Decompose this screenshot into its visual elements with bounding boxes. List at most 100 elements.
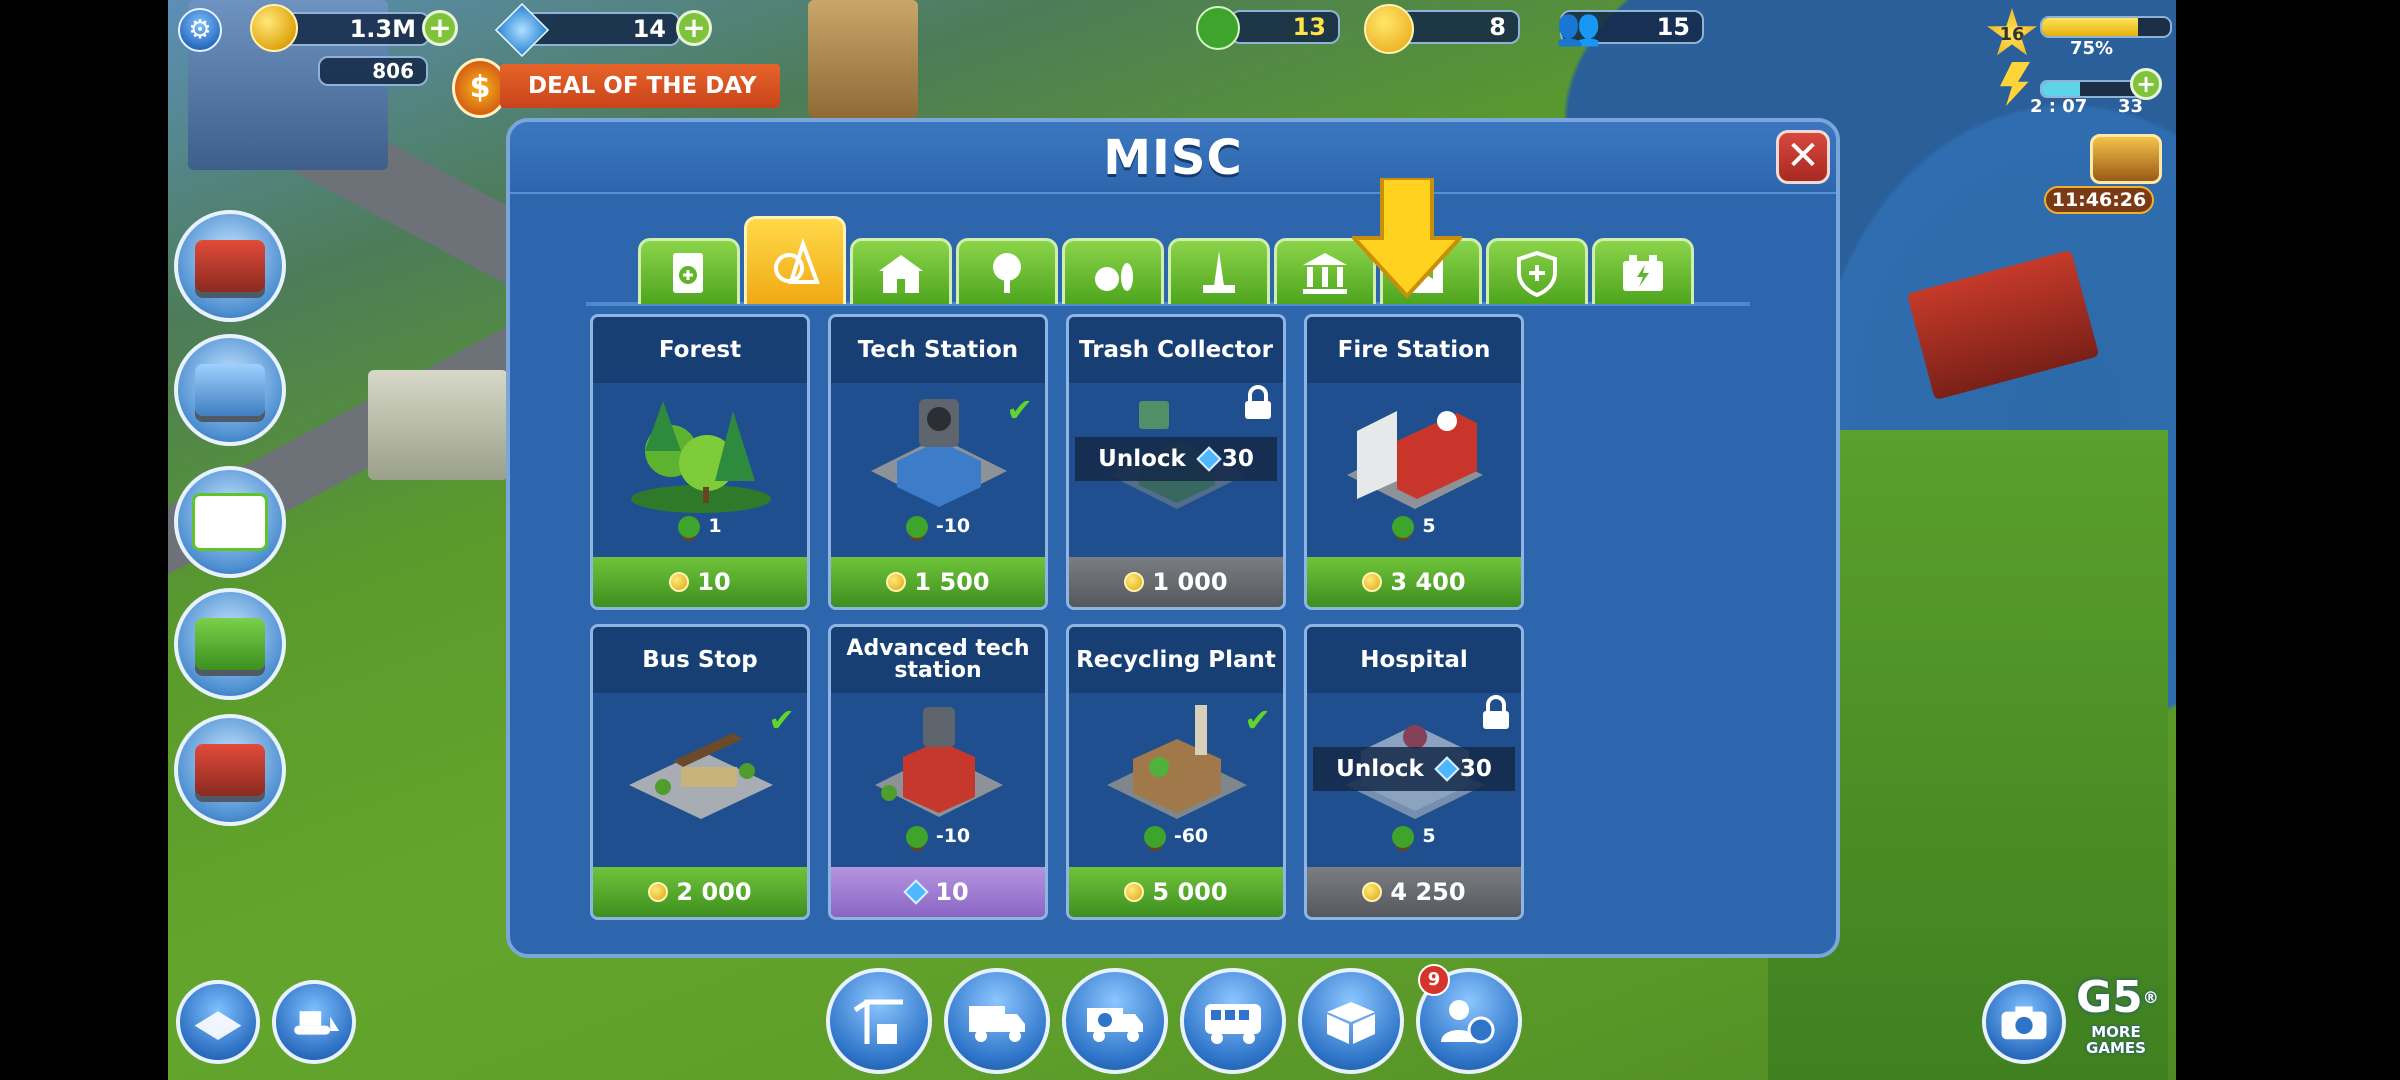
unlock-label: Unlock bbox=[1098, 446, 1186, 472]
gem-icon bbox=[1434, 756, 1460, 782]
road-icon bbox=[194, 1011, 242, 1040]
bridge bbox=[1906, 249, 2100, 401]
dialog-title: MISC bbox=[1103, 130, 1243, 186]
shop-card-tech-station[interactable]: Tech Station ✔ -10 1 500 bbox=[828, 314, 1048, 610]
storage-button[interactable] bbox=[1298, 968, 1404, 1074]
smiley-icon bbox=[1364, 4, 1414, 54]
eco-value: -10 bbox=[831, 515, 1045, 538]
xp-percent: 75% bbox=[2070, 38, 2114, 59]
tab-parks[interactable] bbox=[956, 238, 1058, 304]
tab-services[interactable] bbox=[1486, 238, 1588, 304]
side-building-button-4[interactable] bbox=[174, 714, 286, 826]
advanced-tech-station-image bbox=[875, 707, 1003, 817]
energy-display: 13 bbox=[1230, 10, 1340, 44]
price-button[interactable]: 5 000 bbox=[1069, 867, 1283, 917]
camera-icon bbox=[2001, 1006, 2047, 1040]
unlock-button[interactable]: Unlock 30 bbox=[1313, 747, 1515, 791]
close-icon: ✕ bbox=[1786, 133, 1820, 179]
friends-icon bbox=[1441, 1000, 1495, 1044]
house-icon bbox=[195, 618, 265, 670]
price-button[interactable]: 2 000 bbox=[593, 867, 807, 917]
coin-icon bbox=[886, 572, 907, 592]
notification-count: 9 bbox=[1427, 969, 1441, 990]
building-icon bbox=[195, 240, 265, 292]
camera-button[interactable] bbox=[1982, 980, 2066, 1064]
coins-value: 1.3M bbox=[349, 15, 416, 43]
tab-power[interactable] bbox=[1592, 238, 1694, 304]
bowling-icon bbox=[1095, 262, 1133, 291]
price-value: 3 400 bbox=[1390, 568, 1466, 596]
eco-number: -10 bbox=[935, 825, 971, 847]
price-button[interactable]: 3 400 bbox=[1307, 557, 1521, 607]
population-value: 15 bbox=[1656, 13, 1690, 41]
coin-icon bbox=[1124, 882, 1145, 902]
bus-icon bbox=[1205, 1004, 1261, 1044]
eco-points-display: 806 bbox=[318, 56, 428, 86]
settings-gear-icon[interactable]: ⚙ bbox=[178, 8, 222, 52]
more-games-button[interactable]: G5® MORE GAMES bbox=[2076, 972, 2159, 1072]
add-energy-button[interactable]: + bbox=[2130, 68, 2162, 100]
mail-button[interactable] bbox=[174, 466, 286, 578]
eco-points-value: 806 bbox=[372, 59, 414, 83]
coin-icon bbox=[1124, 572, 1145, 592]
forest-image bbox=[631, 401, 771, 513]
side-building-button-3[interactable] bbox=[174, 588, 286, 700]
museum-building bbox=[368, 370, 508, 480]
energy-count: 33 bbox=[2118, 96, 2144, 117]
treasure-chest-icon[interactable] bbox=[2090, 134, 2162, 184]
shop-card-forest[interactable]: Forest 1 10 bbox=[590, 314, 810, 610]
card-title: Bus Stop bbox=[593, 627, 807, 693]
price-value: 10 bbox=[697, 568, 731, 596]
shop-card-trash-collector[interactable]: Trash Collector Unlock 30 1 000 bbox=[1066, 314, 1286, 610]
g5-label: G5 bbox=[2076, 972, 2143, 1023]
delivery-button[interactable] bbox=[944, 968, 1050, 1074]
tab-landmarks[interactable] bbox=[1168, 238, 1270, 304]
tab-residential[interactable] bbox=[850, 238, 952, 304]
tab-leisure[interactable] bbox=[1062, 238, 1164, 304]
house-icon bbox=[879, 254, 923, 293]
tech-station-image bbox=[871, 399, 1007, 507]
shield-plus-icon bbox=[1517, 250, 1557, 297]
shop-card-hospital[interactable]: Hospital Unlock 30 5 4 250 bbox=[1304, 624, 1524, 920]
coin-icon bbox=[1362, 882, 1383, 902]
road-tool-button[interactable] bbox=[176, 980, 260, 1064]
eco-tree-icon bbox=[678, 515, 701, 538]
shop-card-fire-station[interactable]: Fire Station 5 3 400 bbox=[1304, 314, 1524, 610]
crane-icon bbox=[853, 999, 903, 1044]
shop-card-bus-stop[interactable]: Bus Stop ✔ 2 000 bbox=[590, 624, 810, 920]
tab-misc[interactable] bbox=[744, 216, 846, 304]
battery-icon bbox=[1623, 254, 1663, 291]
shop-card-recycling-plant[interactable]: Recycling Plant ✔ -60 5 000 bbox=[1066, 624, 1286, 920]
recycling-button[interactable] bbox=[1062, 968, 1168, 1074]
box-icon bbox=[1327, 1002, 1375, 1044]
card-title: Advanced tech station bbox=[831, 627, 1045, 693]
unlock-cost: 30 bbox=[1459, 756, 1492, 782]
eco-tree-icon bbox=[905, 825, 928, 848]
bus-button[interactable] bbox=[1180, 968, 1286, 1074]
construction-button[interactable] bbox=[826, 968, 932, 1074]
tab-new[interactable] bbox=[638, 238, 740, 304]
price-button[interactable]: 10 bbox=[831, 867, 1045, 917]
add-gems-button[interactable]: + bbox=[676, 10, 712, 46]
eco-number: 5 bbox=[1422, 825, 1436, 847]
add-coins-button[interactable]: + bbox=[422, 10, 458, 46]
happiness-value: 8 bbox=[1489, 13, 1506, 41]
tutorial-arrow-icon bbox=[1352, 178, 1462, 298]
card-title: Recycling Plant bbox=[1069, 627, 1283, 693]
bank-icon bbox=[1303, 252, 1347, 294]
unlock-button[interactable]: Unlock 30 bbox=[1075, 437, 1277, 481]
people-icon: 👥 bbox=[1556, 7, 1601, 48]
xp-bar-fill bbox=[2042, 18, 2138, 36]
price-button[interactable]: 10 bbox=[593, 557, 807, 607]
truck-icon bbox=[969, 1006, 1025, 1042]
coin-icon bbox=[648, 882, 669, 902]
side-building-button-1[interactable] bbox=[174, 210, 286, 322]
price-button[interactable]: 1 500 bbox=[831, 557, 1045, 607]
price-value: 2 000 bbox=[676, 878, 752, 906]
close-button[interactable]: ✕ bbox=[1776, 130, 1830, 184]
shop-card-advanced-tech-station[interactable]: Advanced tech station -10 10 bbox=[828, 624, 1048, 920]
deal-of-the-day-button[interactable]: DEAL OF THE DAY bbox=[500, 64, 780, 108]
side-building-button-2[interactable] bbox=[174, 334, 286, 446]
price-value: 10 bbox=[935, 878, 969, 906]
bulldozer-button[interactable] bbox=[272, 980, 356, 1064]
